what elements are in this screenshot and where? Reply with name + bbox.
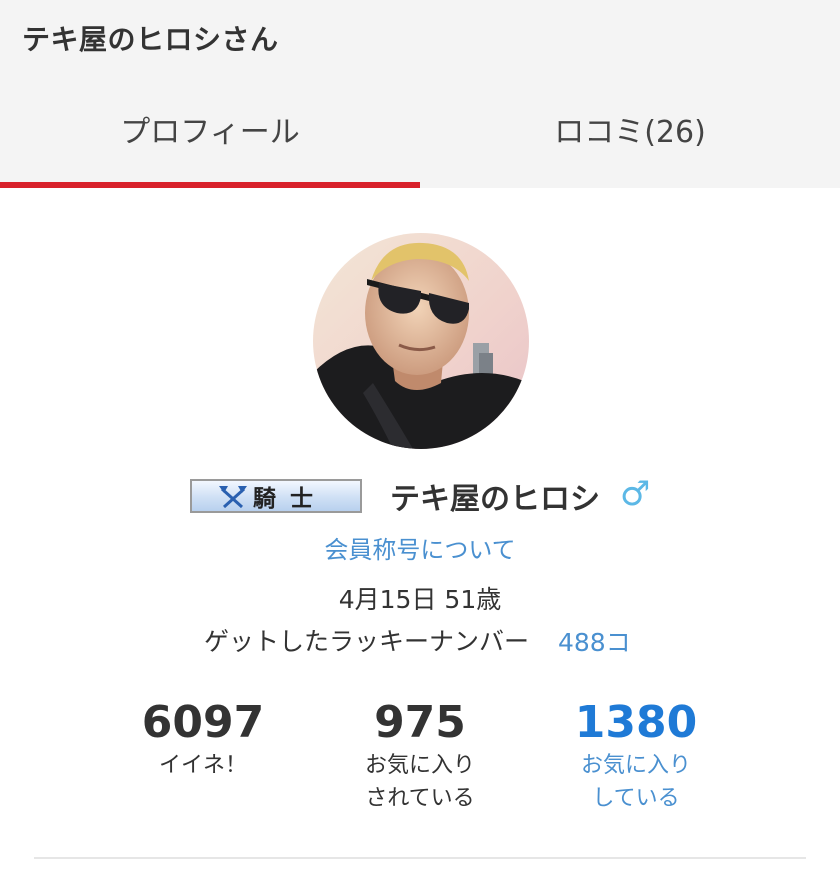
- male-icon: ♂: [620, 474, 651, 514]
- tab-reviews[interactable]: ロコミ(26): [420, 100, 840, 188]
- rank-badge: 騎士: [190, 479, 362, 513]
- active-tab-indicator: [0, 182, 420, 188]
- stat-label: イイネ！: [158, 753, 247, 778]
- stat-label: お気に入り している: [580, 753, 691, 811]
- stat-favoriting-link[interactable]: 1380 お気に入り している: [526, 697, 746, 815]
- crossed-axes-icon: [219, 486, 247, 509]
- stat-value: 1380: [574, 697, 698, 748]
- lucky-number-link[interactable]: 488コ: [558, 623, 631, 659]
- divider: [34, 857, 806, 859]
- member-title-link[interactable]: 会員称号について: [0, 530, 840, 565]
- page-title: テキ屋のヒロシさん: [22, 23, 279, 56]
- stat-favorited-by: 975 お気に入り されている: [310, 697, 530, 815]
- stat-value: 6097: [141, 697, 265, 748]
- stat-value: 975: [374, 697, 466, 748]
- stat-label: お気に入り されている: [364, 753, 475, 811]
- lucky-number-label: ゲットしたラッキーナンバー: [204, 627, 530, 656]
- tab-profile[interactable]: プロフィール: [0, 100, 420, 188]
- header: テキ屋のヒロシさん プロフィール ロコミ(26): [0, 0, 840, 188]
- username: テキ屋のヒロシ: [390, 482, 600, 517]
- rank-label: 騎士: [253, 485, 327, 512]
- stat-likes: 6097 イイネ！: [93, 697, 313, 782]
- avatar[interactable]: [313, 233, 529, 449]
- birthday-age: 4月15日 51歳: [338, 585, 502, 614]
